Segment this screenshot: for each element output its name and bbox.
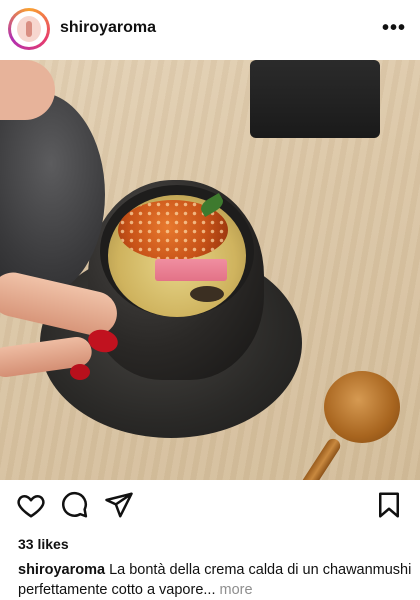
likes-count[interactable]: 33 likes bbox=[18, 536, 69, 552]
send-icon[interactable] bbox=[104, 490, 134, 520]
bookmark-icon[interactable] bbox=[374, 490, 404, 520]
caption-username[interactable]: shiroyaroma bbox=[18, 562, 105, 578]
action-bar bbox=[0, 490, 420, 526]
post-header: shiroyaroma ••• bbox=[0, 0, 420, 58]
avatar-inner bbox=[11, 11, 47, 47]
comment-icon[interactable] bbox=[59, 490, 89, 520]
brand-logo-icon bbox=[17, 16, 41, 42]
nail bbox=[70, 364, 90, 380]
post-caption: shiroyaroma La bontà della crema calda d… bbox=[18, 560, 413, 600]
post-username[interactable]: shiroyaroma bbox=[60, 19, 156, 37]
heart-icon[interactable] bbox=[16, 490, 46, 520]
kamaboko-slice bbox=[155, 259, 227, 281]
wooden-spoon bbox=[324, 371, 400, 443]
more-options-icon[interactable]: ••• bbox=[382, 18, 406, 38]
post-image[interactable] bbox=[0, 60, 420, 480]
more-link[interactable]: more bbox=[215, 582, 253, 598]
avatar[interactable] bbox=[8, 8, 50, 50]
mushroom-slice bbox=[190, 286, 224, 302]
black-container bbox=[250, 60, 380, 138]
